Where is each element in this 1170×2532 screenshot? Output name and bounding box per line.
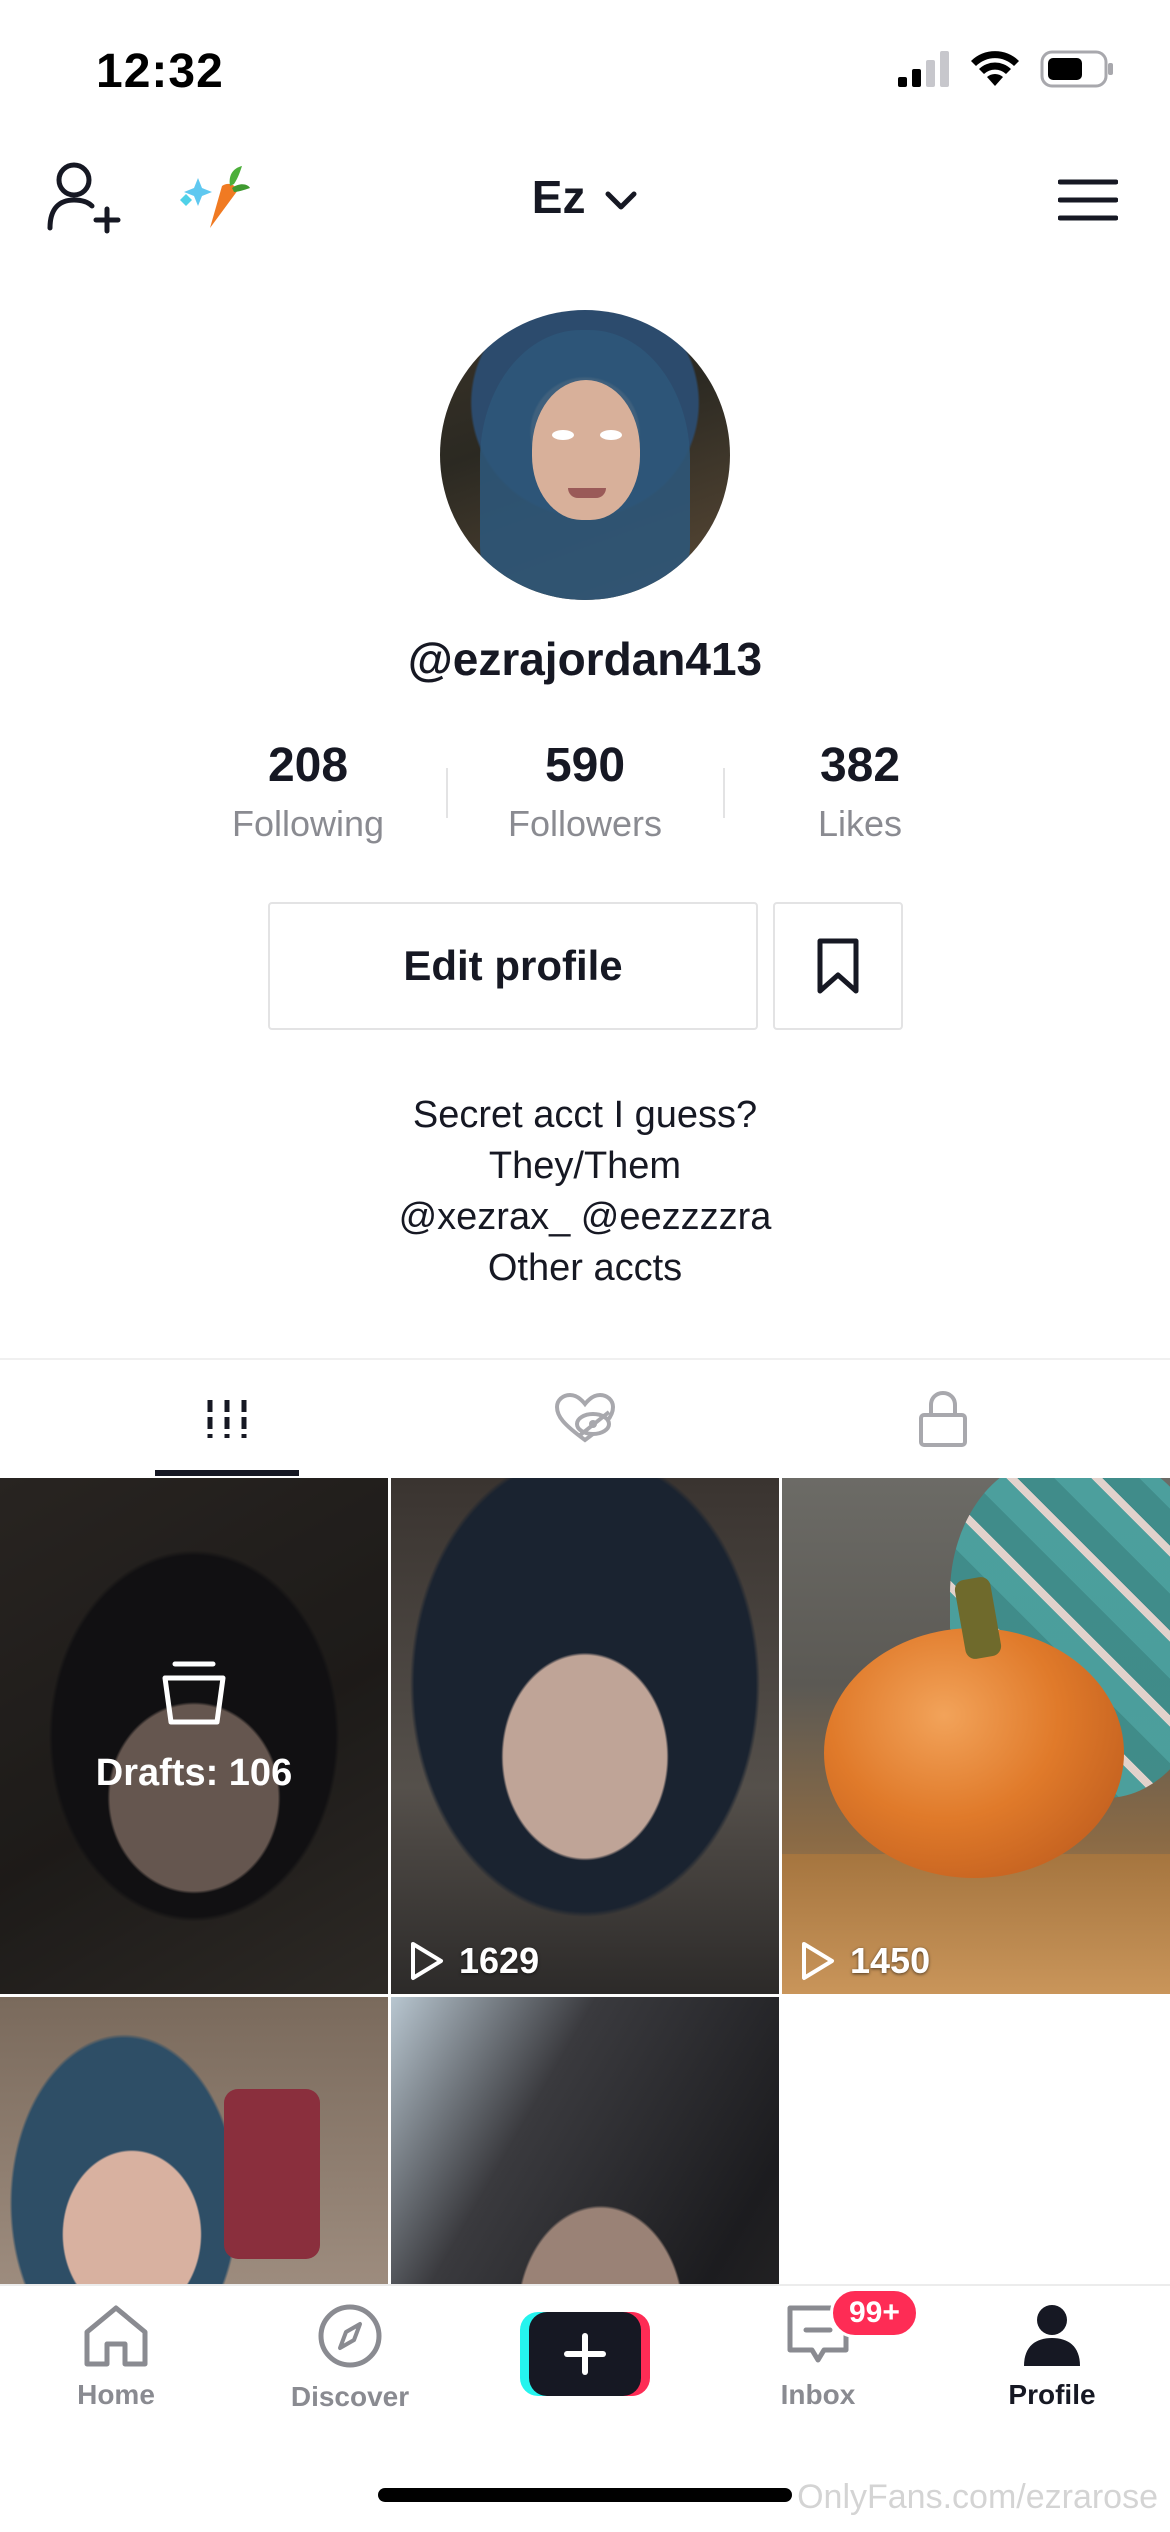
status-time: 12:32 [96, 45, 224, 98]
profile-stats: 208 Following 590 Followers 382 Likes [0, 738, 1170, 848]
nav-label: Inbox [780, 2379, 856, 2410]
liked-hidden-icon [554, 1392, 616, 1443]
play-icon [802, 1942, 834, 1980]
stat-followers[interactable]: 590 Followers [447, 738, 723, 845]
cellular-signal-icon [898, 51, 949, 87]
video-grid: Drafts: 106 1629 1450 [0, 1478, 1170, 2284]
nav-discover[interactable]: Discover [270, 2302, 430, 2413]
drafts-tile[interactable]: Drafts: 106 [0, 1478, 388, 1994]
videos-grid-icon [207, 1400, 247, 1438]
home-indicator[interactable] [378, 2488, 792, 2502]
avatar-eye [600, 430, 622, 440]
bio-line: They/Them [488, 1145, 682, 1187]
video-tile[interactable]: 1450 [782, 1478, 1170, 1994]
chevron-down-icon [605, 191, 637, 210]
wifi-icon [971, 51, 1019, 86]
nav-label: Home [77, 2379, 155, 2410]
profile-handle: @ezrajordan413 [407, 633, 763, 685]
status-icons [898, 50, 1114, 88]
view-count: 1629 [409, 1940, 539, 1982]
profile-avatar[interactable] [440, 310, 730, 600]
nav-label: Discover [290, 2381, 410, 2412]
stat-label: Following [231, 803, 385, 844]
drafts-count: Drafts: 106 [95, 1752, 293, 1794]
profile-bio: Secret acct I guess? They/Them @xezrax_ … [0, 1090, 1170, 1294]
create-button[interactable] [520, 2312, 650, 2396]
top-nav: Ez [0, 140, 1170, 260]
drafts-info: Drafts: 106 [0, 1658, 388, 1795]
video-tile[interactable] [0, 1997, 388, 2284]
video-tile[interactable] [391, 1997, 779, 2284]
tab-videos[interactable] [32, 1360, 422, 1478]
profile-icon [1024, 2305, 1080, 2366]
plus-icon [564, 2333, 606, 2375]
nav-label: Profile [1008, 2379, 1096, 2410]
stat-following[interactable]: 208 Following [170, 738, 446, 845]
avatar-eye [552, 430, 574, 440]
favorites-button[interactable] [773, 902, 903, 1030]
account-switcher[interactable]: Ez [0, 170, 1170, 224]
bio-line[interactable]: @xezrax_ @eezzzzra [0, 1192, 1170, 1243]
watermark: OnlyFans.com/ezrarose [797, 2478, 1158, 2516]
drafts-icon [162, 1661, 226, 1725]
play-icon [411, 1942, 443, 1980]
tab-liked[interactable] [390, 1360, 780, 1478]
bio-line: Other accts [487, 1247, 683, 1289]
stat-label: Likes [817, 803, 903, 844]
avatar-mouth [568, 488, 606, 498]
stat-value: 590 [544, 739, 626, 792]
view-count-value: 1450 [850, 1940, 931, 1981]
avatar-face [532, 380, 640, 520]
stat-label: Followers [507, 803, 663, 844]
video-tile[interactable]: 1629 [391, 1478, 779, 1994]
stat-likes[interactable]: 382 Likes [722, 738, 998, 845]
battery-icon [1040, 50, 1113, 88]
status-bar: 12:32 [0, 0, 1170, 140]
account-name: Ez [531, 171, 586, 223]
tile-phone [224, 2089, 320, 2259]
bottom-tab-bar: Home Discover Inbox Profile [0, 2284, 1170, 2424]
hamburger-menu-icon[interactable] [1058, 170, 1118, 230]
private-lock-icon [919, 1390, 967, 1447]
active-tab-indicator [155, 1470, 299, 1476]
stat-value: 382 [819, 739, 901, 792]
content-tabs [0, 1358, 1170, 1478]
inbox-badge: 99+ [830, 2288, 919, 2338]
bio-line: Secret acct I guess? [412, 1094, 758, 1136]
create-button-face [529, 2312, 641, 2396]
home-icon [84, 2305, 148, 2367]
edit-profile-button[interactable]: Edit profile [268, 902, 758, 1030]
nav-profile[interactable]: Profile [972, 2302, 1132, 2411]
tile-pumpkin [824, 1628, 1124, 1878]
bookmark-icon [817, 938, 859, 994]
nav-home[interactable]: Home [36, 2302, 196, 2411]
tab-private[interactable] [748, 1360, 1138, 1478]
stat-value: 208 [267, 739, 349, 792]
view-count: 1450 [800, 1940, 930, 1982]
compass-icon [318, 2304, 382, 2368]
view-count-value: 1629 [459, 1940, 540, 1981]
